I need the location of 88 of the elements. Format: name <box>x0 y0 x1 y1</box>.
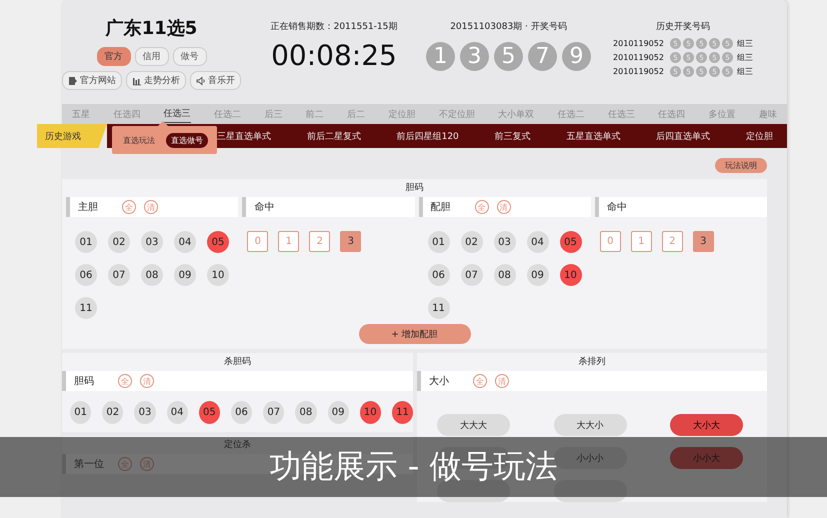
number-ball[interactable]: 07 <box>460 264 482 286</box>
pattern-option[interactable]: 大小大 <box>670 414 743 436</box>
issue-number: 2010119052 <box>613 53 664 62</box>
link-button[interactable]: 音乐开 <box>190 71 241 90</box>
number-ball[interactable]: 09 <box>526 264 548 286</box>
result-ball: 9 <box>562 42 591 71</box>
group-label: 配胆 <box>430 201 452 214</box>
number-ball[interactable]: 07 <box>263 401 284 424</box>
group-label: 大小 <box>429 374 450 388</box>
number-ball[interactable]: 02 <box>460 231 482 253</box>
result-ball: 7 <box>528 42 557 71</box>
game-title: 广东11选5 <box>106 17 198 40</box>
pattern-option[interactable]: 大大小 <box>554 414 626 436</box>
link-button[interactable]: 官方网站 <box>62 71 122 90</box>
issue-label: 正在销售期数：2011551-15期 <box>270 20 398 33</box>
number-ball[interactable]: 01 <box>70 401 92 424</box>
result-type: 组三 <box>736 66 753 77</box>
number-ball[interactable]: 09 <box>174 264 196 286</box>
number-ball[interactable]: 11 <box>75 297 97 319</box>
number-ball[interactable]: 08 <box>494 264 516 286</box>
pattern-option[interactable] <box>437 480 510 502</box>
speaker-icon <box>196 76 206 86</box>
mode-tab[interactable]: 做号 <box>172 47 206 66</box>
play-tab[interactable]: 定位胆 <box>746 130 773 142</box>
menu-option[interactable]: 直选做号 <box>166 132 208 148</box>
number-ball[interactable]: 06 <box>75 264 97 286</box>
door-icon <box>68 76 78 86</box>
result-type: 组三 <box>736 38 753 49</box>
number-ball[interactable]: 04 <box>526 231 548 253</box>
bar-chart-icon <box>132 76 142 86</box>
countdown-timer: 00:08:25 <box>271 39 397 72</box>
number-ball[interactable]: 01 <box>428 231 450 253</box>
issue-number: 2010119052 <box>613 39 664 48</box>
play-tab[interactable]: 五星直选单式 <box>566 130 620 142</box>
group-label: 第一位 <box>74 458 105 471</box>
number-ball[interactable]: 04 <box>174 231 196 253</box>
play-tab[interactable]: 三星直选单式 <box>217 130 271 142</box>
number-ball[interactable]: 10 <box>360 401 381 424</box>
play-tab[interactable]: 前后二星复式 <box>306 130 361 142</box>
play-tab[interactable]: 前三复式 <box>494 130 531 142</box>
number-ball[interactable]: 04 <box>166 401 188 424</box>
number-ball[interactable]: 05 <box>560 231 582 253</box>
number-ball[interactable]: 05 <box>207 231 229 253</box>
number-ball[interactable]: 03 <box>494 231 516 253</box>
number-ball[interactable]: 01 <box>75 231 97 253</box>
number-ball[interactable]: 03 <box>134 401 156 424</box>
issue-number: 2010119052 <box>613 67 664 76</box>
result-type: 组三 <box>736 52 753 63</box>
number-ball[interactable]: 11 <box>392 401 414 424</box>
hit-count-box[interactable]: 3 <box>340 231 362 252</box>
number-ball[interactable]: 05 <box>198 401 220 424</box>
group-label: 主胆 <box>78 200 99 214</box>
result-ball: 5 <box>494 42 523 71</box>
history-title: 历史开奖号码 <box>656 20 710 33</box>
number-ball[interactable]: 02 <box>108 231 130 253</box>
add-button[interactable]: + 增加配胆 <box>358 324 470 344</box>
mode-tab[interactable]: 信用 <box>134 47 168 66</box>
panel-title: 杀排列 <box>578 356 606 369</box>
number-ball[interactable]: 06 <box>428 264 450 286</box>
number-ball[interactable]: 06 <box>230 401 252 424</box>
help-button[interactable]: 玩法说明 <box>715 158 767 173</box>
result-ball: 3 <box>460 42 489 71</box>
panel-title: 胆码 <box>404 182 424 195</box>
number-ball[interactable]: 10 <box>207 264 229 286</box>
link-button[interactable]: 走势分析 <box>126 71 186 90</box>
number-ball[interactable]: 08 <box>141 264 163 286</box>
pattern-option[interactable]: 大大大 <box>437 414 510 436</box>
play-tab[interactable]: 后四直选单式 <box>656 130 710 142</box>
number-ball[interactable]: 03 <box>141 231 163 253</box>
number-ball[interactable]: 02 <box>102 401 124 424</box>
group-label: 胆码 <box>74 375 95 388</box>
history-games-tab[interactable]: 历史游戏 <box>37 124 107 148</box>
result-ball: 1 <box>426 42 455 71</box>
pattern-option[interactable] <box>554 480 626 502</box>
panel-title: 杀胆码 <box>223 356 252 369</box>
group-label: 命中 <box>254 200 276 214</box>
panel-title: 定位杀 <box>223 438 252 452</box>
number-ball[interactable]: 11 <box>428 297 450 319</box>
mode-tab[interactable]: 官方 <box>96 47 130 66</box>
hit-count-box[interactable]: 3 <box>692 231 714 252</box>
draw-label: 20151103083期 · 开奖号码 <box>450 20 567 33</box>
number-ball[interactable]: 10 <box>560 264 582 286</box>
number-ball[interactable]: 07 <box>108 264 130 286</box>
number-ball[interactable]: 09 <box>328 401 349 424</box>
play-tab[interactable]: 前后四星组120 <box>396 130 459 142</box>
menu-option[interactable]: 直选玩法 <box>118 132 160 148</box>
group-label: 命中 <box>606 200 628 214</box>
number-ball[interactable]: 08 <box>295 401 316 424</box>
